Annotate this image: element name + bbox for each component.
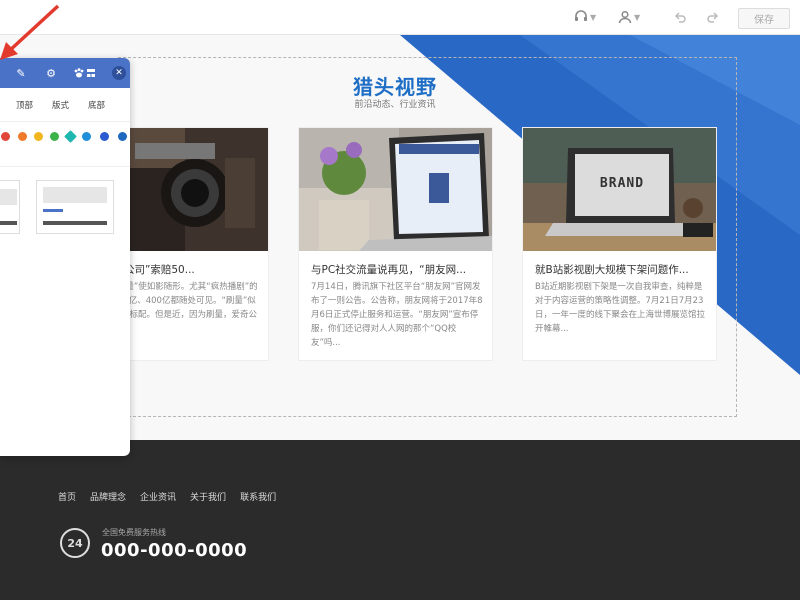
- footer-link-about[interactable]: 关于我们: [190, 490, 226, 503]
- tab-top[interactable]: 顶部: [16, 99, 33, 111]
- hotline-phone: 000-000-0000: [101, 540, 248, 561]
- color-swatch[interactable]: [82, 132, 91, 141]
- article-card[interactable]: 与PC社交流量说再见，“朋友网... 7月14日，腾讯旗下社区平台“朋友网”官网…: [298, 127, 493, 361]
- color-swatch[interactable]: [100, 132, 109, 141]
- article-image-laptop-brand: BRAND: [523, 128, 716, 251]
- color-swatch[interactable]: [1, 132, 10, 141]
- article-summary: 7月14日，腾讯旗下社区平台“朋友网”官网发布了一则公告。公告称，朋友网将于20…: [311, 282, 483, 348]
- close-icon[interactable]: ✕: [112, 66, 126, 80]
- thumbnail-bar: [0, 221, 17, 225]
- headset-glyph: [575, 10, 587, 21]
- color-swatch[interactable]: [50, 132, 59, 141]
- layout-icon[interactable]: [84, 66, 98, 80]
- laptop-photo: [299, 128, 492, 251]
- thumbnail-bar: [43, 221, 107, 225]
- color-swatch[interactable]: [18, 132, 27, 141]
- save-button[interactable]: 保存: [738, 8, 790, 29]
- user-icon[interactable]: ▼: [618, 9, 640, 25]
- footer-nav: 首页 品牌理念 企业资讯 关于我们 联系我们: [58, 490, 276, 503]
- hotline-24h-icon: 24: [60, 528, 90, 558]
- color-swatch[interactable]: [118, 132, 127, 141]
- footer-link-news[interactable]: 企业资讯: [140, 490, 176, 503]
- laptop-screen-text: BRAND: [599, 176, 645, 191]
- redo-glyph: [707, 11, 719, 23]
- divider: [0, 121, 130, 122]
- layout-thumbnail[interactable]: [36, 180, 114, 234]
- headset-icon[interactable]: ▼: [574, 9, 596, 25]
- chevron-down-icon: ▼: [634, 12, 641, 22]
- redo-icon[interactable]: [706, 9, 719, 25]
- footer-link-contact[interactable]: 联系我们: [240, 490, 276, 503]
- tab-bottom[interactable]: 底部: [88, 99, 105, 111]
- undo-icon[interactable]: [674, 9, 687, 25]
- tab-layout[interactable]: 版式: [52, 99, 69, 111]
- article-title[interactable]: 就B站影视剧大规模下架问题作...: [535, 262, 707, 277]
- editor-toolbar: ▼ ▼ 保存: [0, 0, 800, 35]
- footer-link-brand[interactable]: 品牌理念: [90, 490, 126, 503]
- article-image-laptop-facebook: [299, 128, 492, 251]
- layout-glyph: [87, 69, 95, 77]
- color-swatch[interactable]: [64, 130, 77, 143]
- thumbnail-block: [0, 189, 17, 205]
- hotline-label: 全国免费服务热线: [102, 528, 166, 537]
- color-swatch[interactable]: [34, 132, 43, 141]
- layout-thumbnail[interactable]: [0, 180, 20, 234]
- article-card[interactable]: BRAND 就B站影视剧大规模下架问题作... B站近期影视剧下架是一次自我审查…: [522, 127, 717, 361]
- style-settings-panel: ✎ ⚙ ✕ 顶部 版式 底部: [0, 58, 130, 456]
- article-title[interactable]: 与PC社交流量说再见，“朋友网...: [311, 262, 483, 277]
- chevron-down-icon: ▼: [590, 12, 597, 22]
- thumbnail-accent: [43, 209, 63, 212]
- divider: [0, 166, 130, 167]
- thumbnail-block: [43, 187, 107, 203]
- site-footer: 首页 品牌理念 企业资讯 关于我们 联系我们 24 全国免费服务热线 000-0…: [0, 440, 800, 600]
- footer-link-home[interactable]: 首页: [58, 490, 76, 503]
- undo-glyph: [674, 11, 686, 23]
- annotation-arrow: [0, 4, 60, 60]
- article-summary: B站近期影视剧下架是一次自我审查，纯粹是对于内容运营的策略性调整。7月21日7月…: [535, 282, 706, 334]
- user-glyph: [618, 10, 632, 24]
